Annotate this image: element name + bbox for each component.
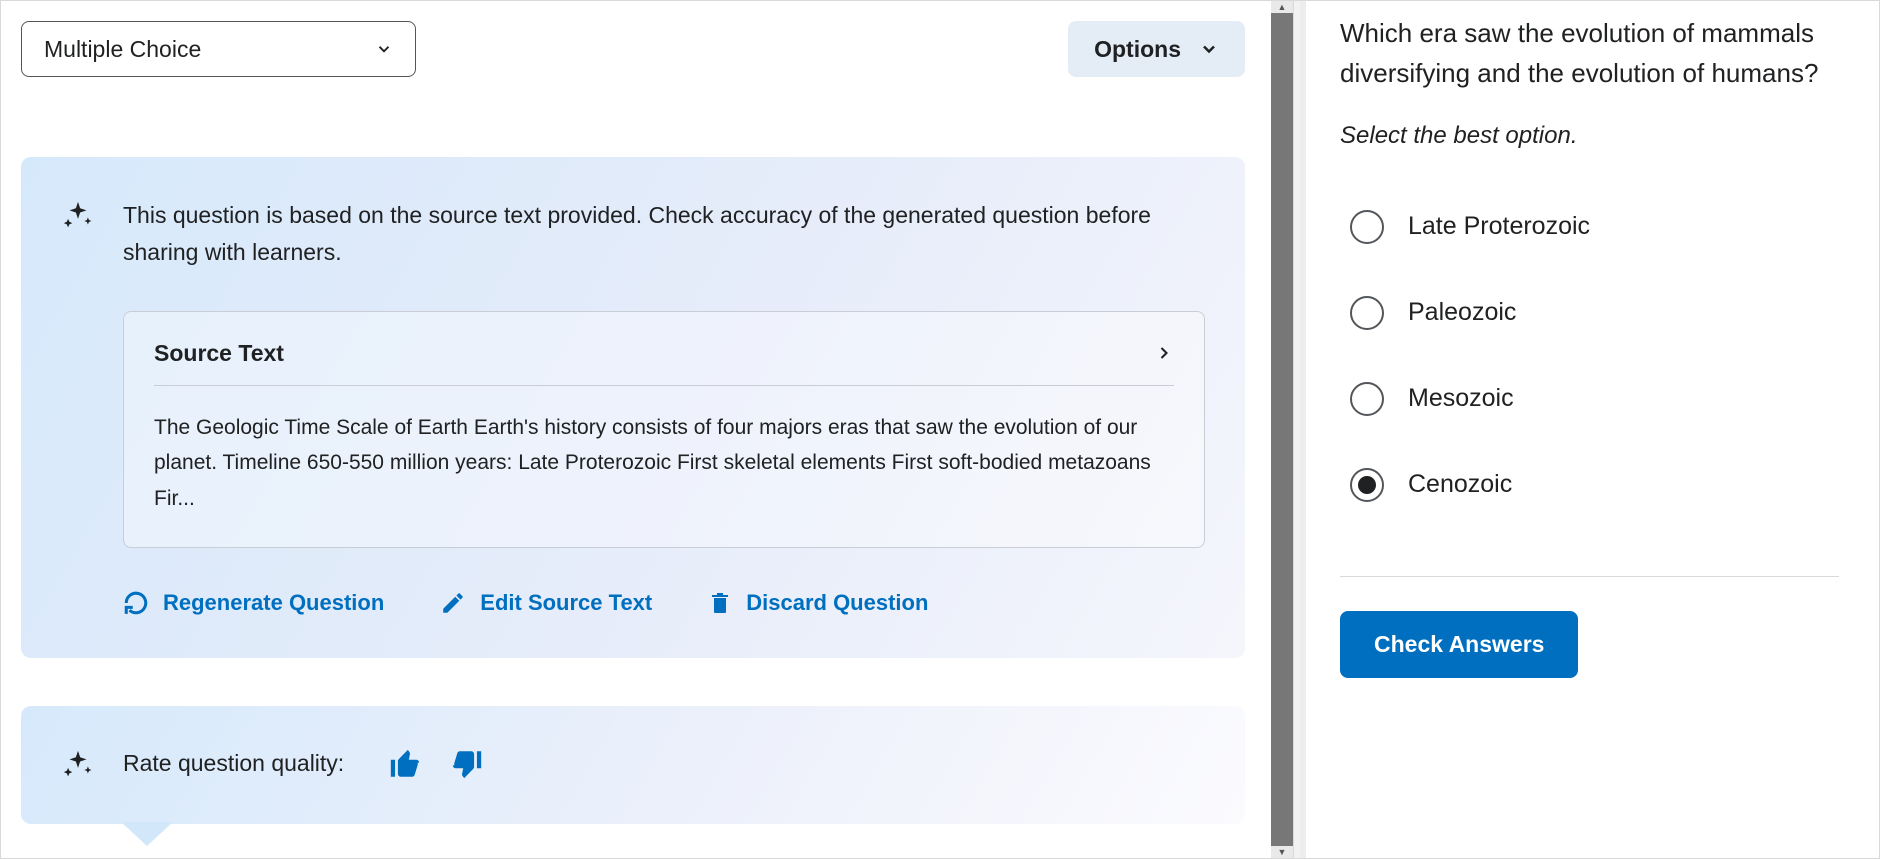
answer-option[interactable]: Late Proterozoic [1350, 210, 1839, 244]
question-type-label: Multiple Choice [44, 36, 201, 63]
options-button[interactable]: Options [1068, 21, 1245, 77]
source-text-box: Source Text The Geologic Time Scale of E… [123, 311, 1205, 548]
edit-source-text-button[interactable]: Edit Source Text [440, 590, 652, 616]
answer-option[interactable]: Mesozoic [1350, 382, 1839, 416]
radio-icon[interactable] [1350, 468, 1384, 502]
thumbs-up-icon[interactable] [388, 747, 422, 781]
panel-divider [1340, 576, 1839, 577]
answer-option-label: Mesozoic [1408, 384, 1514, 413]
question-instruction: Select the best option. [1340, 122, 1839, 150]
scrollbar[interactable]: ▲ ▼ [1271, 1, 1293, 858]
rate-quality-card: Rate question quality: [21, 706, 1245, 824]
source-text-body: The Geologic Time Scale of Earth Earth's… [154, 386, 1174, 517]
editor-top-row: Multiple Choice Options [21, 21, 1245, 77]
answer-option-label: Cenozoic [1408, 470, 1512, 499]
preview-panel: Which era saw the evolution of mammals d… [1294, 1, 1879, 858]
answer-option-label: Paleozoic [1408, 298, 1516, 327]
editor-panel: ▲ ▼ Multiple Choice Options [1, 1, 1294, 858]
scroll-up-arrow[interactable]: ▲ [1271, 1, 1293, 13]
rate-quality-label: Rate question quality: [123, 750, 344, 777]
ai-source-card: This question is based on the source tex… [21, 157, 1245, 658]
source-text-title: Source Text [154, 340, 284, 367]
answer-option[interactable]: Paleozoic [1350, 296, 1839, 330]
app-root: ▲ ▼ Multiple Choice Options [0, 0, 1880, 859]
options-button-label: Options [1094, 36, 1181, 63]
answer-options-list: Late Proterozoic Paleozoic Mesozoic Cenozoi… [1340, 210, 1839, 502]
expand-source-icon[interactable] [1154, 342, 1174, 364]
regenerate-label: Regenerate Question [163, 590, 384, 616]
ai-info-message: This question is based on the source tex… [123, 197, 1183, 271]
chevron-down-icon [375, 40, 393, 58]
rate-card-pointer [121, 822, 173, 846]
question-type-select[interactable]: Multiple Choice [21, 21, 416, 77]
radio-icon[interactable] [1350, 210, 1384, 244]
scroll-down-arrow[interactable]: ▼ [1271, 846, 1293, 858]
radio-icon[interactable] [1350, 382, 1384, 416]
question-text: Which era saw the evolution of mammals d… [1340, 13, 1839, 94]
sparkle-icon [61, 748, 95, 782]
scroll-thumb[interactable] [1271, 13, 1293, 846]
sparkle-icon [61, 199, 95, 233]
discard-question-button[interactable]: Discard Question [708, 590, 928, 616]
thumbs-down-icon[interactable] [450, 747, 484, 781]
answer-option-label: Late Proterozoic [1408, 212, 1590, 241]
check-answers-label: Check Answers [1374, 631, 1544, 657]
radio-icon[interactable] [1350, 296, 1384, 330]
edit-source-label: Edit Source Text [480, 590, 652, 616]
ai-actions-row: Regenerate Question Edit Source Text Dis… [123, 590, 1205, 616]
check-answers-button[interactable]: Check Answers [1340, 611, 1578, 678]
chevron-down-icon [1199, 39, 1219, 59]
discard-label: Discard Question [746, 590, 928, 616]
regenerate-question-button[interactable]: Regenerate Question [123, 590, 384, 616]
answer-option[interactable]: Cenozoic [1350, 468, 1839, 502]
